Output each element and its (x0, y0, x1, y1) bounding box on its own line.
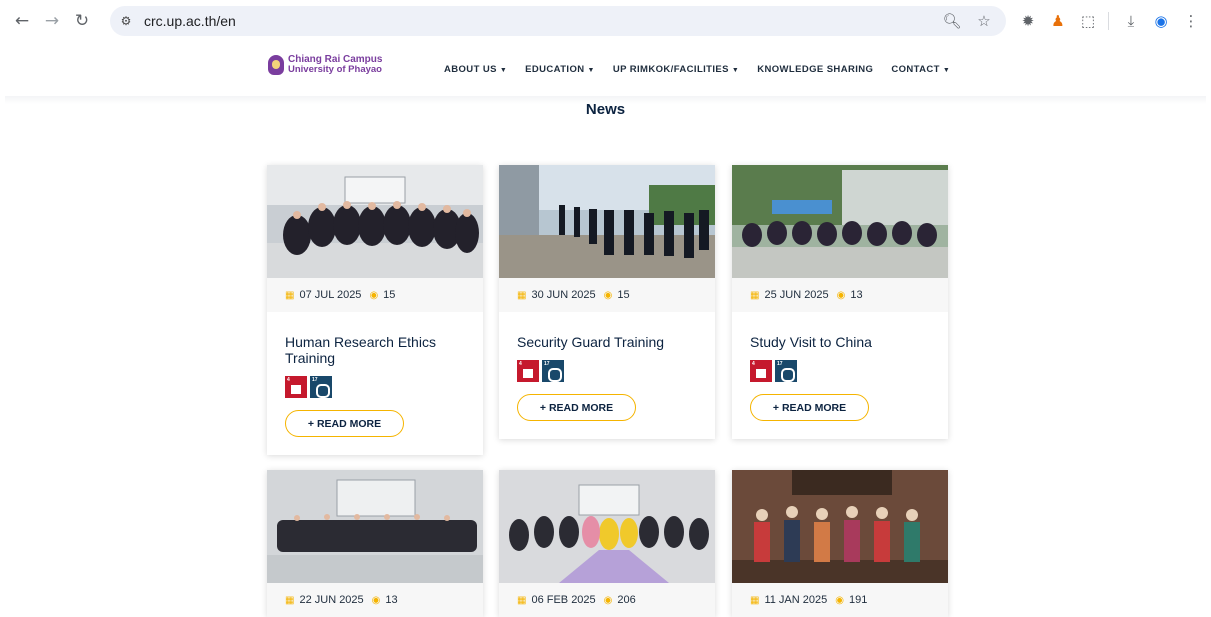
calendar-icon: ▦ (285, 289, 295, 301)
extension-bug-icon[interactable]: ✹ (1014, 7, 1042, 35)
site-logo[interactable]: Chiang Rai Campus University of Phayao (268, 55, 382, 75)
menu-kebab-icon[interactable]: ⋮ (1177, 7, 1205, 35)
news-photo[interactable] (267, 470, 483, 583)
news-meta: ▦ 06 FEB 2025 ◉ 206 (499, 583, 715, 617)
chevron-down-icon: ▼ (587, 67, 595, 74)
nav-facilities[interactable]: UP RIMKOK/FACILITIES ▼ (613, 64, 739, 75)
star-icon[interactable]: ☆ (972, 9, 996, 33)
news-date: 30 JUN 2025 (531, 289, 596, 301)
sdg-17-partnerships-icon[interactable]: 17 (310, 376, 332, 398)
nav-education[interactable]: EDUCATION ▼ (525, 64, 595, 75)
news-card[interactable]: ▦ 06 FEB 2025 ◉ 206 (499, 470, 715, 617)
url-text[interactable]: crc.up.ac.th/en (144, 13, 236, 29)
news-card[interactable]: ▦ 30 JUN 2025 ◉ 15 Security Guard Traini… (499, 165, 715, 439)
calendar-icon: ▦ (517, 289, 527, 301)
nav-knowledge-sharing[interactable]: KNOWLEDGE SHARING (757, 64, 873, 75)
news-card[interactable]: ▦ 25 JUN 2025 ◉ 13 Study Visit to China … (732, 165, 948, 439)
news-photo[interactable] (267, 165, 483, 278)
news-card[interactable]: ▦ 22 JUN 2025 ◉ 13 (267, 470, 483, 617)
download-icon[interactable]: ⤓ (1117, 7, 1145, 35)
news-photo[interactable] (499, 470, 715, 583)
chevron-down-icon: ▼ (499, 67, 508, 74)
page-title: News (585, 101, 626, 118)
sdg-4-quality-education-icon[interactable]: 4 (517, 360, 539, 382)
news-card[interactable]: ▦ 07 JUL 2025 ◉ 15 Human Research Ethics… (267, 165, 483, 455)
news-views: 206 (617, 594, 636, 606)
back-icon[interactable]: ← (8, 7, 36, 35)
eye-icon: ◉ (369, 289, 379, 301)
news-photo[interactable] (732, 470, 948, 583)
news-photo[interactable] (732, 165, 948, 278)
news-views: 15 (617, 289, 630, 301)
extensions-puzzle-icon[interactable]: ⬚ (1074, 7, 1102, 35)
logo-emblem-icon (268, 55, 284, 75)
sdg-17-partnerships-icon[interactable]: 17 (775, 360, 797, 382)
news-photo[interactable] (499, 165, 715, 278)
eye-icon: ◉ (836, 289, 846, 301)
site-header: Chiang Rai Campus University of Phayao A… (0, 42, 1211, 100)
site-info-icon[interactable]: ⚙ (114, 9, 138, 33)
profile-icon[interactable]: ◉ (1147, 7, 1175, 35)
news-date: 22 JUN 2025 (299, 594, 364, 606)
forward-icon[interactable]: → (38, 7, 66, 35)
reload-icon[interactable]: ↻ (68, 7, 96, 35)
news-views: 13 (385, 594, 398, 606)
nav-about-us[interactable]: ABOUT US ▼ (444, 64, 507, 75)
news-meta: ▦ 25 JUN 2025 ◉ 13 (732, 278, 948, 312)
eye-icon: ◉ (603, 289, 613, 301)
toolbar-separator (1108, 12, 1109, 30)
news-views: 15 (383, 289, 396, 301)
read-more-button[interactable]: + READ MORE (285, 410, 404, 437)
news-date: 25 JUN 2025 (764, 289, 829, 301)
news-meta: ▦ 30 JUN 2025 ◉ 15 (499, 278, 715, 312)
news-date: 06 FEB 2025 (531, 594, 596, 606)
sdg-4-quality-education-icon[interactable]: 4 (750, 360, 772, 382)
main-nav: ABOUT US ▼ EDUCATION ▼ UP RIMKOK/FACILITIE… (444, 64, 968, 75)
news-date: 11 JAN 2025 (764, 594, 828, 606)
sdg-17-partnerships-icon[interactable]: 17 (542, 360, 564, 382)
read-more-button[interactable]: + READ MORE (517, 394, 636, 421)
news-views: 13 (850, 289, 863, 301)
calendar-icon: ▦ (750, 289, 760, 301)
nav-contact[interactable]: CONTACT ▼ (891, 64, 950, 75)
address-bar[interactable]: ⚙ crc.up.ac.th/en 🔍︎ ☆ (110, 6, 1006, 36)
news-title[interactable]: Human Research Ethics Training (285, 334, 465, 366)
logo-line2: University of Phayao (288, 64, 382, 75)
chevron-down-icon: ▼ (731, 67, 740, 74)
chevron-down-icon: ▼ (942, 67, 951, 74)
read-more-button[interactable]: + READ MORE (750, 394, 869, 421)
extension-avatar-icon[interactable]: ♟ (1044, 7, 1072, 35)
news-title[interactable]: Security Guard Training (517, 334, 697, 350)
news-meta: ▦ 22 JUN 2025 ◉ 13 (267, 583, 483, 617)
news-date: 07 JUL 2025 (299, 289, 362, 301)
news-card[interactable]: ▦ 11 JAN 2025 ◉ 191 (732, 470, 948, 617)
news-title[interactable]: Study Visit to China (750, 334, 930, 350)
news-meta: ▦ 11 JAN 2025 ◉ 191 (732, 583, 948, 617)
news-views: 191 (848, 594, 868, 606)
browser-toolbar: ← → ↻ ⚙ crc.up.ac.th/en 🔍︎ ☆ ✹ ♟ ⬚ ⤓ ◉ ⋮ (0, 0, 1211, 42)
sdg-4-quality-education-icon[interactable]: 4 (285, 376, 307, 398)
zoom-icon[interactable]: 🔍︎ (940, 9, 964, 33)
news-meta: ▦ 07 JUL 2025 ◉ 15 (267, 278, 483, 312)
